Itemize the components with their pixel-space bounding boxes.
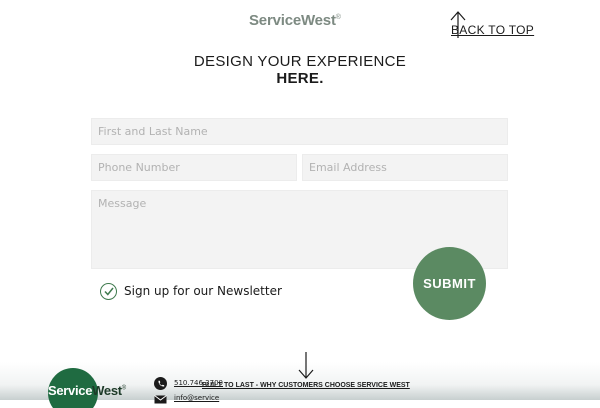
footer-logo-service: Service — [48, 383, 93, 398]
submit-button[interactable]: SUBMIT — [413, 247, 486, 320]
checkmark-icon — [103, 287, 114, 296]
email-input[interactable] — [302, 154, 508, 181]
footer-logo-text: ServiceWest® — [48, 383, 126, 398]
header-logo[interactable]: ServiceWest® — [249, 12, 353, 30]
check-circle-icon[interactable] — [100, 282, 117, 300]
arrow-down-icon[interactable] — [296, 350, 316, 380]
form-heading-line1: DESIGN YOUR EXPERIENCE — [193, 53, 407, 70]
form-heading-line2: HERE. — [276, 70, 324, 87]
form-heading: DESIGN YOUR EXPERIENCE HERE. — [150, 53, 450, 87]
header-logo-text: ServiceWest — [249, 12, 336, 29]
phone-icon — [154, 377, 167, 390]
footer-logo-reg: ® — [121, 385, 126, 392]
footer-logo[interactable]: ServiceWest® — [48, 368, 140, 408]
footer-logo-west: West — [92, 383, 122, 398]
name-input[interactable] — [91, 118, 508, 145]
email-link[interactable]: info@service — [174, 394, 219, 402]
newsletter-label: Sign up for our Newsletter — [124, 284, 282, 298]
newsletter-checkbox[interactable]: Sign up for our Newsletter — [100, 281, 282, 301]
built-to-last-link[interactable]: BUILT TO LAST - WHY CUSTOMERS CHOOSE SER… — [202, 382, 410, 389]
back-to-top-link[interactable]: BACK TO TOP — [448, 10, 535, 40]
header-logo-reg: ® — [335, 14, 341, 21]
back-to-top-label: BACK TO TOP — [451, 23, 535, 37]
phone-input[interactable] — [91, 154, 297, 181]
